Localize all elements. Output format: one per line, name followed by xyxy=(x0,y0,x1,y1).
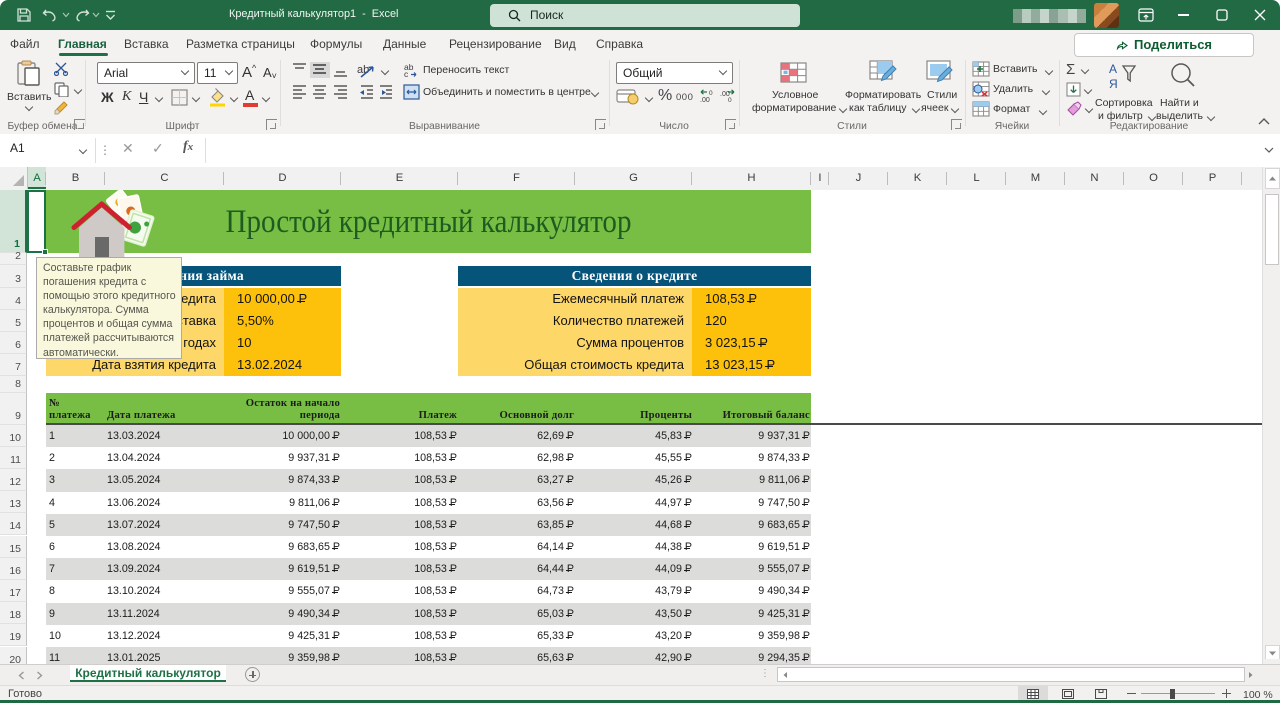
svg-text:А: А xyxy=(1109,62,1117,76)
svg-text:Я: Я xyxy=(1109,77,1118,91)
svg-text:.00: .00 xyxy=(700,97,710,104)
svg-text:0: 0 xyxy=(709,90,713,97)
svg-text:0: 0 xyxy=(728,97,732,104)
